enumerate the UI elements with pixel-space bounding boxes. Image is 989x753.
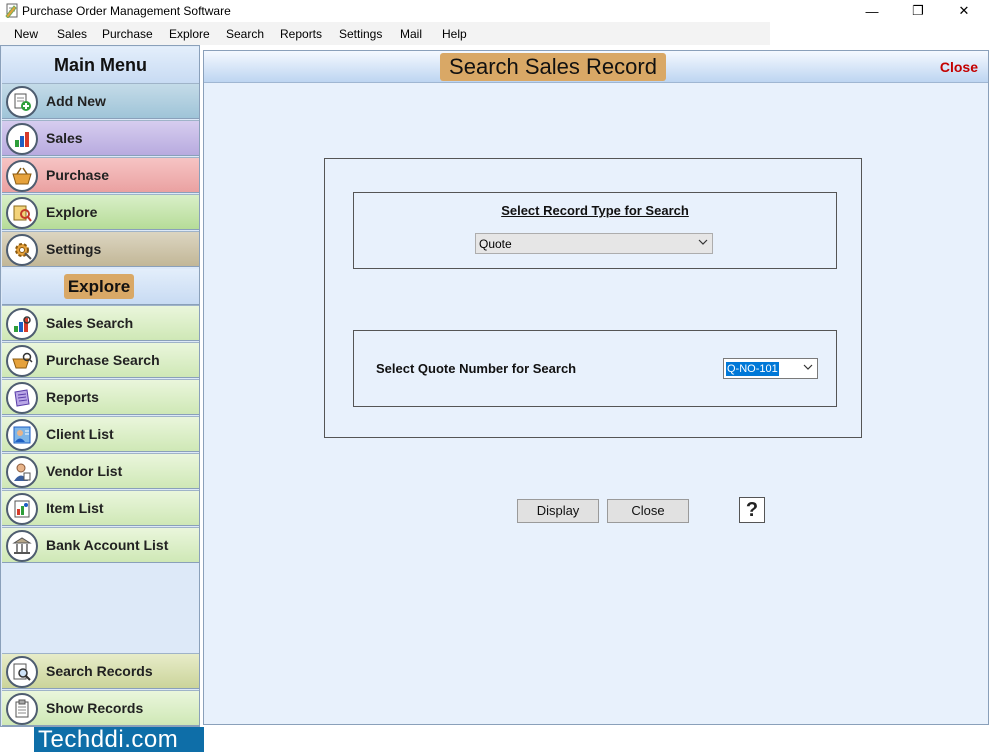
record-type-group: Select Record Type for Search Quote xyxy=(353,192,837,269)
client-list-icon xyxy=(6,419,38,451)
search-records-icon xyxy=(6,656,38,688)
sidebar-item-label: Purchase xyxy=(46,167,110,183)
sidebar-item-reports[interactable]: Reports xyxy=(2,379,199,415)
sidebar-item-sales-search[interactable]: Sales Search xyxy=(2,305,199,341)
sidebar-item-label: Vendor List xyxy=(46,463,123,479)
sidebar-item-label: Show Records xyxy=(46,700,144,716)
reports-icon xyxy=(6,382,38,414)
sidebar-item-label: Item List xyxy=(46,500,104,516)
sidebar-item-vendor-list[interactable]: Vendor List xyxy=(2,453,199,489)
vendor-list-icon xyxy=(6,456,38,488)
menu-bar: New Sales Purchase Explore Search Report… xyxy=(0,22,989,45)
menu-sales[interactable]: Sales xyxy=(57,27,87,41)
menu-help[interactable]: Help xyxy=(442,27,467,41)
sidebar-item-label: Add New xyxy=(46,93,106,109)
sidebar-item-item-list[interactable]: Item List xyxy=(2,490,199,526)
sidebar-item-label: Bank Account List xyxy=(46,537,169,553)
record-type-title: Select Record Type for Search xyxy=(501,203,689,218)
explore-icon xyxy=(6,197,38,229)
app-logo-icon xyxy=(5,3,18,18)
quote-number-select[interactable]: Q-NO-101 xyxy=(723,358,818,379)
sidebar-item-purchase-search[interactable]: Purchase Search xyxy=(2,342,199,378)
watermark: Techddi.com xyxy=(34,727,204,752)
sidebar-item-label: Client List xyxy=(46,426,114,442)
menu-purchase[interactable]: Purchase xyxy=(102,27,153,41)
purchase-search-icon xyxy=(6,345,38,377)
explore-section-header: Explore xyxy=(2,269,199,305)
sidebar-item-label: Reports xyxy=(46,389,99,405)
maximize-button[interactable]: ❐ xyxy=(895,0,941,22)
sidebar-item-client-list[interactable]: Client List xyxy=(2,416,199,452)
chevron-down-icon xyxy=(698,239,708,245)
sidebar-item-search-records[interactable]: Search Records xyxy=(2,653,199,689)
quote-number-label: Select Quote Number for Search xyxy=(376,361,577,376)
search-sales-record-panel: Search Sales Record Close Select Record … xyxy=(203,50,989,725)
close-button[interactable]: Close xyxy=(607,499,689,523)
sidebar-item-sales[interactable]: Sales xyxy=(2,120,199,156)
sidebar-item-label: Purchase Search xyxy=(46,352,160,368)
search-criteria-frame: Select Record Type for Search Quote Sele… xyxy=(324,158,862,438)
bar-chart-icon xyxy=(6,123,38,155)
sidebar-item-settings[interactable]: Settings xyxy=(2,231,199,267)
quote-number-value: Q-NO-101 xyxy=(726,362,779,376)
display-button[interactable]: Display xyxy=(517,499,599,523)
sidebar-item-label: Sales Search xyxy=(46,315,134,331)
record-type-select[interactable]: Quote xyxy=(475,233,713,254)
menu-mail[interactable]: Mail xyxy=(400,27,422,41)
sidebar-item-label: Explore xyxy=(46,204,98,220)
panel-header: Search Sales Record Close xyxy=(204,51,988,83)
settings-gear-icon xyxy=(6,234,38,266)
question-mark-icon: ? xyxy=(745,498,759,521)
app-window: Purchase Order Management Software — ❐ ✕… xyxy=(0,0,989,752)
sidebar-item-label: Settings xyxy=(46,241,102,257)
basket-icon xyxy=(6,160,38,192)
sidebar-item-purchase[interactable]: Purchase xyxy=(2,157,199,193)
minimize-button[interactable]: — xyxy=(849,0,895,22)
page-title: Search Sales Record xyxy=(440,53,666,81)
item-list-icon xyxy=(6,493,38,525)
show-records-icon xyxy=(6,693,38,725)
sidebar-item-label: Search Records xyxy=(46,663,153,679)
help-button[interactable]: ? xyxy=(739,497,765,523)
sales-search-icon xyxy=(6,308,38,340)
title-bar: Purchase Order Management Software — ❐ ✕ xyxy=(0,0,989,22)
sidebar-item-add-new[interactable]: Add New xyxy=(2,83,199,119)
menu-new[interactable]: New xyxy=(14,27,38,41)
menu-settings[interactable]: Settings xyxy=(339,27,382,41)
sidebar: Main Menu Add New Sales Purchase Explore xyxy=(0,45,200,727)
menu-reports[interactable]: Reports xyxy=(280,27,322,41)
main-menu-title: Main Menu xyxy=(2,47,199,83)
header-close-link[interactable]: Close xyxy=(940,59,978,75)
sidebar-item-explore[interactable]: Explore xyxy=(2,194,199,230)
window-close-button[interactable]: ✕ xyxy=(941,0,987,22)
window-title: Purchase Order Management Software xyxy=(22,4,231,18)
sidebar-item-label: Sales xyxy=(46,130,83,146)
explore-section-title: Explore xyxy=(64,274,134,299)
sidebar-item-bank-account-list[interactable]: Bank Account List xyxy=(2,527,199,563)
menu-search[interactable]: Search xyxy=(226,27,264,41)
chevron-down-icon xyxy=(803,364,813,370)
sidebar-item-show-records[interactable]: Show Records xyxy=(2,690,199,726)
add-document-icon xyxy=(6,86,38,118)
menu-explore[interactable]: Explore xyxy=(169,27,210,41)
record-type-value: Quote xyxy=(479,237,512,251)
bank-icon xyxy=(6,530,38,562)
quote-number-group: Select Quote Number for Search Q-NO-101 xyxy=(353,330,837,407)
